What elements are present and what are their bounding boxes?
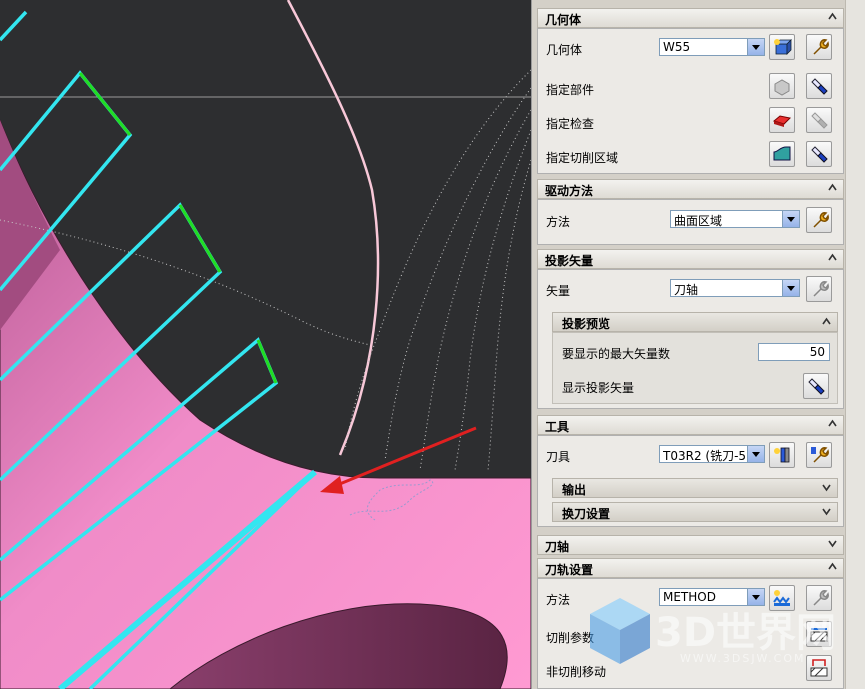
max-vectors-input[interactable]: 50 (758, 343, 830, 361)
edit-method-button[interactable] (806, 585, 832, 611)
edit-drive-method-button[interactable] (806, 207, 832, 233)
chevron-up-icon (822, 317, 831, 325)
geometry-select-value: W55 (663, 40, 691, 54)
drive-method-value: 曲面区域 (674, 214, 723, 228)
select-cut-area-button[interactable] (769, 141, 795, 167)
path-method-select[interactable]: METHOD (659, 588, 765, 606)
geometry-label: 几何体 (546, 43, 583, 57)
non-cut-moves-icon (810, 659, 828, 677)
dropdown-arrow-icon (782, 280, 799, 296)
select-check-button[interactable] (769, 107, 795, 133)
tool-select[interactable]: T03R2 (铣刀-5 (659, 445, 765, 463)
graphics-viewport[interactable] (0, 0, 531, 689)
flashlight-icon (811, 78, 828, 95)
tool-group-header[interactable]: 工具 (537, 415, 844, 435)
tool-axis-group-header[interactable]: 刀轴 (537, 535, 844, 555)
cut-params-icon (810, 628, 828, 642)
tool-axis-header-label: 刀轴 (545, 540, 570, 554)
part-icon (774, 79, 790, 96)
specify-check-label: 指定检查 (546, 117, 595, 131)
cut-params-label: 切削参数 (546, 631, 595, 645)
chevron-down-icon (822, 484, 831, 492)
display-cut-area-button[interactable] (806, 141, 832, 167)
drive-method-label: 方法 (546, 215, 571, 229)
tool-value: T03R2 (铣刀-5 (663, 449, 746, 463)
projection-vector-group-header[interactable]: 投影矢量 (537, 249, 844, 269)
chevron-up-icon (828, 12, 837, 20)
drive-method-select[interactable]: 曲面区域 (670, 210, 800, 228)
tool-group-body: 刀具 T03R2 (铣刀-5 输出 换刀设置 (537, 435, 844, 527)
dropdown-arrow-icon (747, 589, 764, 605)
dropdown-arrow-icon (747, 446, 764, 462)
panel-scrollbar[interactable] (845, 0, 865, 689)
path-method-value: METHOD (663, 590, 716, 604)
non-cut-moves-label: 非切削移动 (546, 665, 607, 679)
show-vectors-label: 显示投影矢量 (562, 381, 635, 395)
chevron-up-icon (828, 562, 837, 570)
select-part-button[interactable] (769, 73, 795, 99)
geometry-group-body: 几何体 W55 指定部件 指定检查 指定切削区域 (537, 28, 844, 174)
dropdown-arrow-icon (747, 39, 764, 55)
chevron-down-icon (822, 508, 831, 516)
non-cut-moves-button[interactable] (806, 655, 832, 681)
projection-preview-body: 要显示的最大矢量数 50 显示投影矢量 (552, 332, 838, 404)
tool-label: 刀具 (546, 450, 571, 464)
flashlight-icon (811, 146, 828, 163)
display-check-button[interactable] (806, 107, 832, 133)
output-header-label: 输出 (562, 483, 587, 497)
tool-change-header-label: 换刀设置 (562, 507, 611, 521)
path-settings-group-header[interactable]: 刀轨设置 (537, 558, 844, 578)
new-tool-button[interactable] (769, 442, 795, 468)
projection-vector-header-label: 投影矢量 (545, 254, 594, 268)
show-vectors-button[interactable] (803, 373, 829, 399)
projection-preview-header[interactable]: 投影预览 (552, 312, 838, 332)
projection-preview-header-label: 投影预览 (562, 317, 611, 331)
wrench-icon (813, 39, 829, 55)
dropdown-arrow-icon (782, 211, 799, 227)
cut-area-icon (773, 146, 791, 161)
geometry-new-icon (774, 39, 792, 55)
vector-select[interactable]: 刀轴 (670, 279, 800, 297)
edit-geometry-button[interactable] (806, 34, 832, 60)
check-geometry-icon (772, 115, 792, 127)
vector-label: 矢量 (546, 284, 571, 298)
path-settings-header-label: 刀轨设置 (545, 563, 594, 577)
chevron-up-icon (828, 253, 837, 261)
wrench-icon (813, 590, 829, 606)
vector-value: 刀轴 (674, 283, 699, 297)
tool-header-label: 工具 (545, 420, 570, 434)
wrench-icon (813, 281, 829, 297)
output-header[interactable]: 输出 (552, 478, 838, 498)
wrench-icon (813, 212, 829, 228)
flashlight-icon (811, 112, 828, 129)
edit-tool-icon (811, 447, 829, 463)
specify-part-label: 指定部件 (546, 83, 595, 97)
edit-tool-button[interactable] (806, 442, 832, 468)
edit-vector-button[interactable] (806, 276, 832, 302)
model-view (0, 0, 531, 689)
chevron-up-icon (828, 183, 837, 191)
new-geometry-button[interactable] (769, 34, 795, 60)
new-tool-icon (774, 447, 790, 463)
drive-method-group-body: 方法 曲面区域 (537, 199, 844, 245)
chevron-down-icon (828, 540, 837, 548)
projection-vector-group-body: 矢量 刀轴 投影预览 要显示的最大矢量数 50 显示投影矢量 (537, 269, 844, 409)
new-method-icon (773, 590, 790, 606)
drive-method-group-header[interactable]: 驱动方法 (537, 179, 844, 199)
display-part-button[interactable] (806, 73, 832, 99)
cut-params-button[interactable] (806, 621, 832, 647)
path-settings-group-body: 方法 METHOD 切削参数 非切削移动 (537, 578, 844, 689)
geometry-select[interactable]: W55 (659, 38, 765, 56)
path-method-label: 方法 (546, 593, 571, 607)
max-vectors-label: 要显示的最大矢量数 (562, 347, 671, 361)
geometry-header-label: 几何体 (545, 13, 582, 27)
chevron-up-icon (828, 419, 837, 427)
specify-cut-area-label: 指定切削区域 (546, 151, 619, 165)
new-method-button[interactable] (769, 585, 795, 611)
tool-change-header[interactable]: 换刀设置 (552, 502, 838, 522)
geometry-group-header[interactable]: 几何体 (537, 8, 844, 28)
drive-method-header-label: 驱动方法 (545, 184, 594, 198)
flashlight-icon (808, 378, 825, 395)
operation-dialog: 几何体 几何体 W55 指定部件 指定检查 指定切削区域 驱动方法 方法 曲面区… (531, 0, 865, 689)
